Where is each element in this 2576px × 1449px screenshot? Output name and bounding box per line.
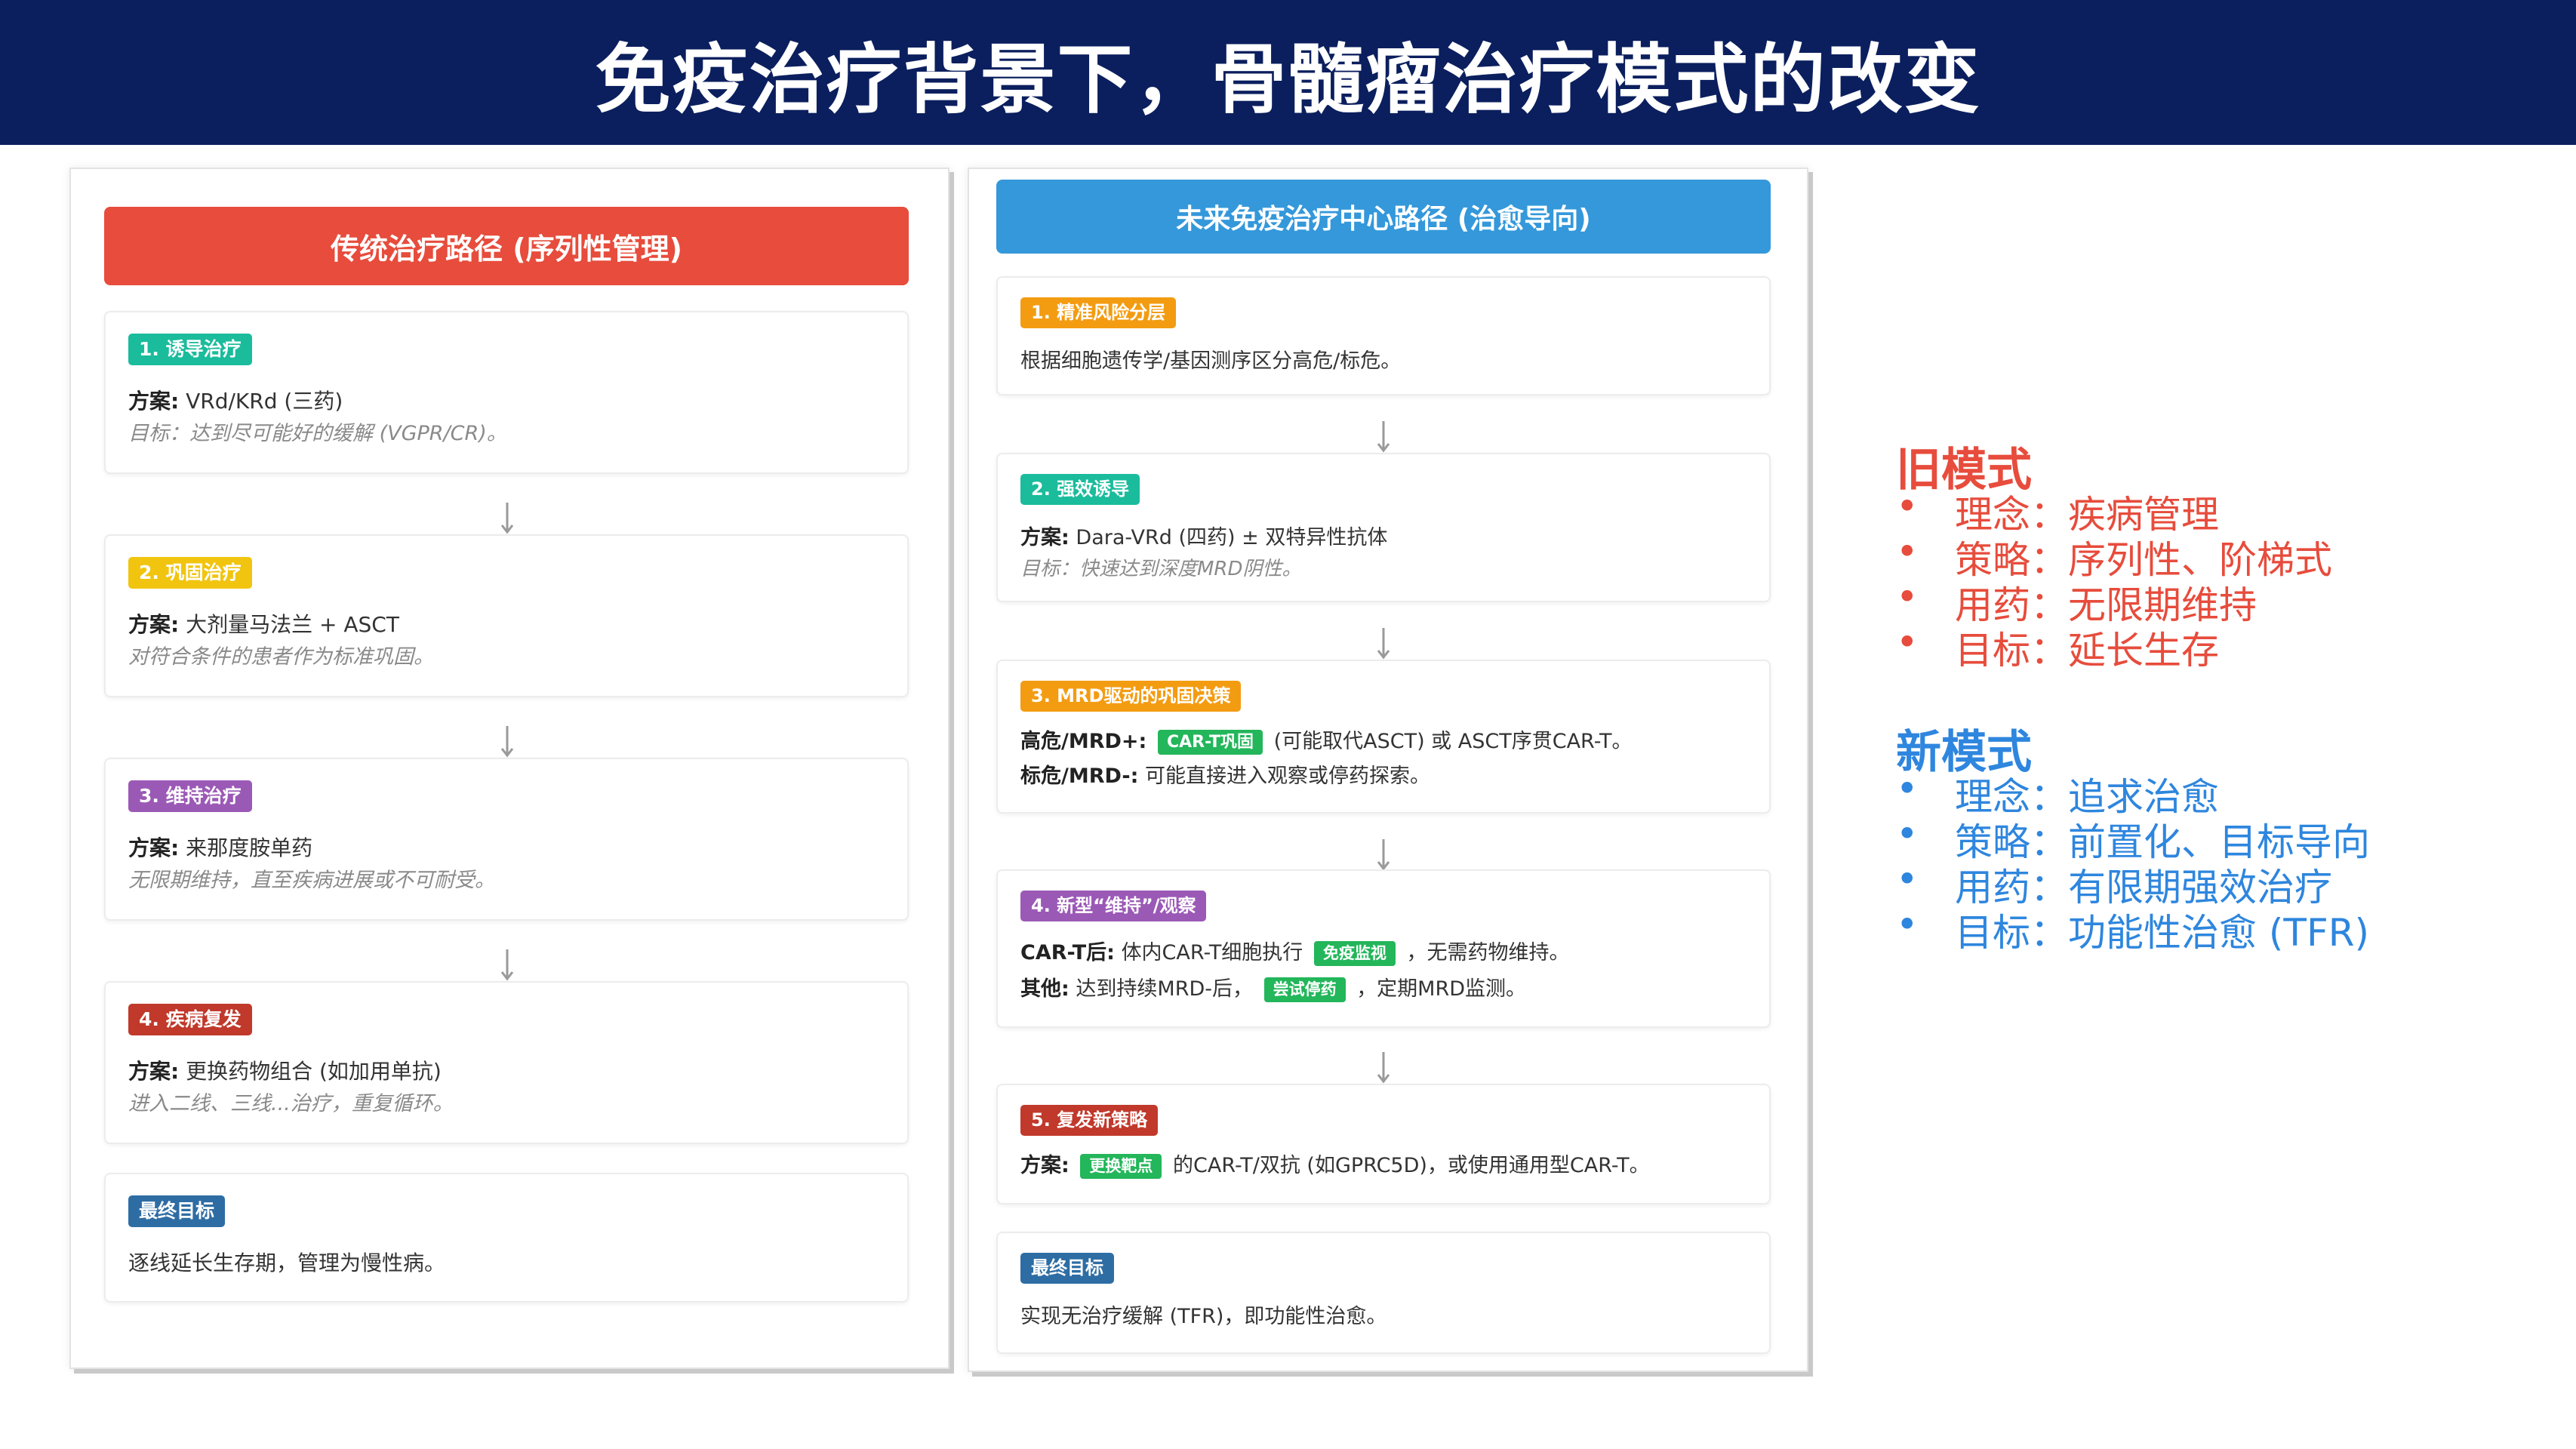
traditional-pathway-header-text: 传统治疗路径 (序列性管理) — [331, 232, 682, 266]
step-badge: 4. 新型“维持”/观察 — [1020, 891, 1207, 921]
plan-label: 方案: — [128, 1059, 180, 1084]
high-risk-label: 高危/MRD+: — [1020, 730, 1147, 753]
bullet-icon: • — [1896, 857, 1919, 901]
step-text: 根据细胞遗传学/基因测序区分高危/标危。 — [1020, 349, 1402, 373]
bullet-icon: • — [1896, 812, 1919, 856]
step-badge: 5. 复发新策略 — [1020, 1105, 1159, 1136]
step-badge: 1. 诱导治疗 — [128, 334, 252, 365]
down-arrow-icon — [1368, 421, 1399, 453]
post-car-t-text-a: 体内CAR-T细胞执行 — [1121, 941, 1303, 964]
step-badge: 2. 巩固治疗 — [128, 557, 252, 589]
final-goal-text: 逐线延长生存期，管理为慢性病。 — [128, 1251, 446, 1275]
step-card-relapse-strategy: 5. 复发新策略 方案: 更换靶点 的CAR-T/双抗 (如GPRC5D)，或使… — [996, 1084, 1771, 1204]
old-mode-item-text: 目标：延长生存 — [1955, 629, 2219, 672]
try-discontinue-tag: 尝试停药 — [1263, 977, 1346, 1002]
traditional-pathway-header: 传统治疗路径 (序列性管理) — [104, 207, 909, 285]
down-arrow-icon — [492, 726, 522, 758]
plan-label: 方案: — [128, 612, 180, 637]
standard-risk-line: 标危/MRD-: 可能直接进入观察或停药探索。 — [1020, 764, 1754, 789]
step-plan-line: 方案: VRd/KRd (三药) — [128, 388, 892, 414]
plan-label: 方案: — [1020, 1154, 1069, 1177]
other-text-b: ，定期MRD监测。 — [1356, 977, 1527, 1001]
old-mode-item: • 目标：延长生存 — [1896, 620, 2219, 675]
plan-text: 大剂量马法兰 + ASCT — [186, 612, 399, 637]
down-arrow-icon — [1368, 839, 1399, 871]
final-goal-badge: 最终目标 — [1020, 1253, 1114, 1284]
step-badge: 1. 精准风险分层 — [1020, 297, 1177, 328]
step-badge: 4. 疾病复发 — [128, 1004, 252, 1035]
step-badge: 3. MRD驱动的巩固决策 — [1020, 681, 1242, 712]
plan-label: 方案: — [128, 835, 180, 860]
plan-text: VRd/KRd (三药) — [186, 389, 343, 414]
title-bar: 免疫治疗背景下，骨髓瘤治疗模式的改变 — [0, 0, 2576, 145]
bullet-icon: • — [1896, 767, 1919, 811]
step-plan-line: 方案: 来那度胺单药 — [128, 835, 892, 861]
plan-text: 的CAR-T/双抗 (如GPRC5D)，或使用通用型CAR-T。 — [1173, 1154, 1650, 1177]
step-card-new-maintenance: 4. 新型“维持”/观察 CAR-T后: 体内CAR-T细胞执行 免疫监视 ，无… — [996, 869, 1771, 1028]
step-card-induction: 1. 诱导治疗 方案: VRd/KRd (三药) 目标：达到尽可能好的缓解 (V… — [104, 311, 909, 474]
other-label: 其他: — [1020, 977, 1069, 1001]
step-card-consolidation: 2. 巩固治疗 方案: 大剂量马法兰 + ASCT 对符合条件的患者作为标准巩固… — [104, 534, 909, 697]
post-car-t-text-b: ，无需药物维持。 — [1406, 941, 1570, 964]
high-risk-text: (可能取代ASCT) 或 ASCT序贯CAR-T。 — [1273, 730, 1633, 753]
high-risk-line: 高危/MRD+: CAR-T巩固 (可能取代ASCT) 或 ASCT序贯CAR-… — [1020, 729, 1754, 755]
slide-title: 免疫治疗背景下，骨髓瘤治疗模式的改变 — [595, 35, 1981, 124]
bullet-icon: • — [1896, 903, 1919, 946]
down-arrow-icon — [1368, 1052, 1399, 1084]
plan-label: 方案: — [1020, 526, 1069, 549]
bullet-icon: • — [1896, 575, 1919, 619]
immunotherapy-pathway-header-text: 未来免疫治疗中心路径 (治愈导向) — [1176, 204, 1591, 235]
immune-surveillance-tag: 免疫监视 — [1313, 941, 1396, 966]
final-goal-card: 最终目标 逐线延长生存期，管理为慢性病。 — [104, 1173, 909, 1303]
step-note: 无限期维持，直至疾病进展或不可耐受。 — [128, 869, 495, 892]
immunotherapy-pathway-panel: 未来免疫治疗中心路径 (治愈导向) 1. 精准风险分层 根据细胞遗传学/基因测序… — [968, 168, 1808, 1372]
step-note: 目标：快速达到深度MRD阴性。 — [1020, 558, 1302, 580]
new-mode-item: • 目标：功能性治愈 (TFR) — [1896, 903, 2369, 957]
plan-text: 更换药物组合 (如加用单抗) — [186, 1059, 442, 1084]
step-card-maintenance: 3. 维持治疗 方案: 来那度胺单药 无限期维持，直至疾病进展或不可耐受。 — [104, 758, 909, 921]
down-arrow-icon — [492, 949, 522, 981]
other-text-a: 达到持续MRD-后， — [1076, 977, 1253, 1001]
step-card-relapse: 4. 疾病复发 方案: 更换药物组合 (如加用单抗) 进入二线、三线...治疗，… — [104, 981, 909, 1144]
step-plan-line: 方案: 更换靶点 的CAR-T/双抗 (如GPRC5D)，或使用通用型CAR-T… — [1020, 1153, 1754, 1179]
step-badge: 3. 维持治疗 — [128, 780, 252, 812]
standard-risk-label: 标危/MRD-: — [1020, 764, 1139, 788]
step-card-mrd-consolidation: 3. MRD驱动的巩固决策 高危/MRD+: CAR-T巩固 (可能取代ASCT… — [996, 660, 1771, 814]
new-mode-item-text: 目标：功能性治愈 (TFR) — [1955, 911, 2369, 955]
switch-target-tag: 更换靶点 — [1080, 1154, 1162, 1179]
down-arrow-icon — [1368, 628, 1399, 660]
bullet-icon: • — [1896, 530, 1919, 574]
step-plan-line: 方案: 大剂量马法兰 + ASCT — [128, 611, 892, 638]
standard-risk-text: 可能直接进入观察或停药探索。 — [1145, 764, 1431, 788]
step-card-intensive-induction: 2. 强效诱导 方案: Dara-VRd (四药) ± 双特异性抗体 目标：快速… — [996, 453, 1771, 602]
final-goal-card: 最终目标 实现无治疗缓解 (TFR)，即功能性治愈。 — [996, 1232, 1771, 1354]
final-goal-badge: 最终目标 — [128, 1195, 226, 1227]
post-car-t-line: CAR-T后: 体内CAR-T细胞执行 免疫监视 ，无需药物维持。 — [1020, 940, 1754, 966]
step-note: 进入二线、三线...治疗，重复循环。 — [128, 1092, 454, 1115]
plan-label: 方案: — [128, 389, 180, 414]
traditional-pathway-panel: 传统治疗路径 (序列性管理) 1. 诱导治疗 方案: VRd/KRd (三药) … — [69, 168, 949, 1369]
plan-text: 来那度胺单药 — [186, 835, 313, 860]
post-car-t-label: CAR-T后: — [1020, 941, 1115, 964]
step-note: 目标：达到尽可能好的缓解 (VGPR/CR)。 — [128, 422, 507, 445]
step-card-risk-stratification: 1. 精准风险分层 根据细胞遗传学/基因测序区分高危/标危。 — [996, 276, 1771, 395]
immunotherapy-pathway-header: 未来免疫治疗中心路径 (治愈导向) — [996, 180, 1771, 254]
step-note: 对符合条件的患者作为标准巩固。 — [128, 645, 434, 669]
down-arrow-icon — [492, 503, 522, 534]
step-plan-line: 方案: Dara-VRd (四药) ± 双特异性抗体 — [1020, 525, 1754, 551]
step-plan-line: 方案: 更换药物组合 (如加用单抗) — [128, 1058, 892, 1084]
plan-text: Dara-VRd (四药) ± 双特异性抗体 — [1076, 526, 1388, 549]
step-badge: 2. 强效诱导 — [1020, 474, 1140, 505]
bullet-icon: • — [1896, 485, 1919, 528]
other-line: 其他: 达到持续MRD-后， 尝试停药 ，定期MRD监测。 — [1020, 977, 1754, 1002]
final-goal-text: 实现无治疗缓解 (TFR)，即功能性治愈。 — [1020, 1305, 1387, 1328]
car-t-consolidation-tag: CAR-T巩固 — [1157, 729, 1263, 755]
bullet-icon: • — [1896, 620, 1919, 664]
